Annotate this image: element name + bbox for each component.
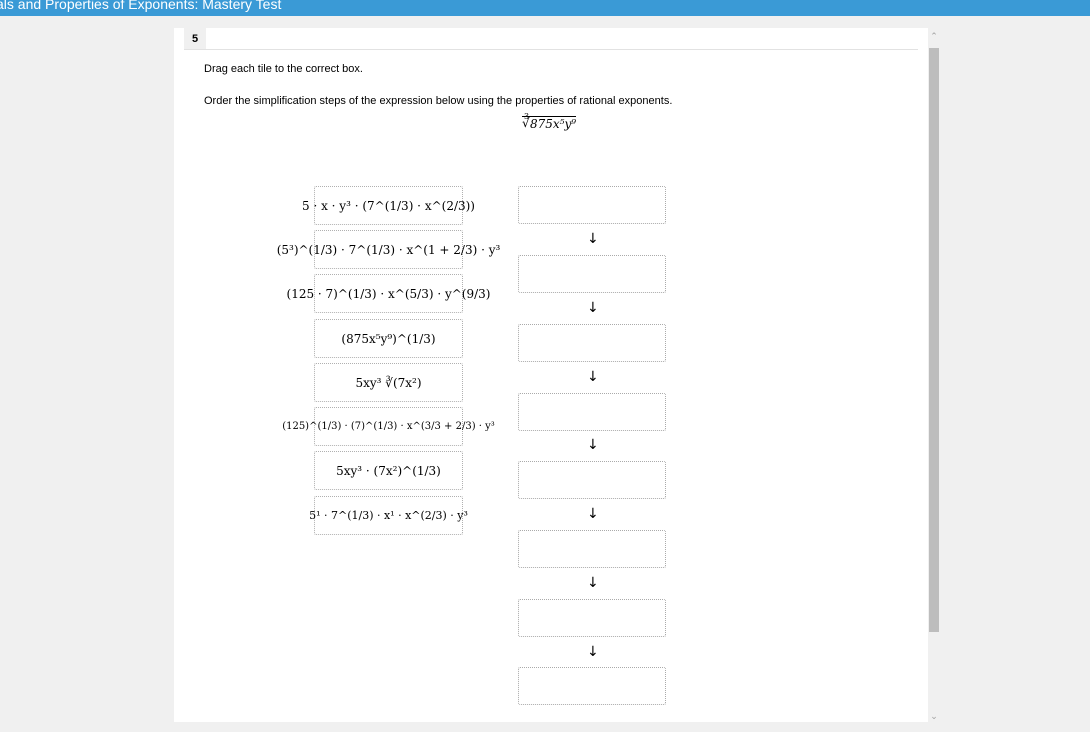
tile[interactable]: (125 · 7)^(1/3) · x^(5/3) · y^(9/3) xyxy=(287,274,491,313)
tile-expression: 5 · x · y³ · (7^(1/3) · x^(2/3)) xyxy=(302,198,475,213)
down-arrow-icon: ↓ xyxy=(587,437,599,453)
instruction-text: Drag each tile to the correct box. xyxy=(204,63,363,75)
test-title: als and Properties of Exponents: Mastery… xyxy=(0,0,282,12)
tile-expression: (125)^(1/3) · (7)^(1/3) · x^(3/3 + 2/3) … xyxy=(282,421,495,432)
tile-expression: 5xy³ ∛(7x²) xyxy=(355,375,422,390)
divider xyxy=(184,49,918,50)
tile-expression: (875x⁵y⁹)^(1/3) xyxy=(341,331,436,346)
down-arrow-icon: ↓ xyxy=(587,506,599,522)
drop-box[interactable] xyxy=(518,186,666,224)
drop-box[interactable] xyxy=(518,461,666,499)
tile-expression: (125 · 7)^(1/3) · x^(5/3) · y^(9/3) xyxy=(286,286,491,301)
scrollbar-thumb[interactable] xyxy=(929,48,939,632)
radicand: 875x⁵y⁹ xyxy=(522,116,577,131)
scroll-up-icon[interactable]: ⌃ xyxy=(928,30,940,42)
question-panel: 5 Drag each tile to the correct box. Ord… xyxy=(174,28,928,722)
top-bar: als and Properties of Exponents: Mastery… xyxy=(0,0,1090,16)
down-arrow-icon: ↓ xyxy=(587,300,599,316)
tile-expression: 5¹ · 7^(1/3) · x¹ · x^(2/3) · y³ xyxy=(309,509,468,522)
tile[interactable]: 5xy³ ∛(7x²) xyxy=(314,363,463,402)
tile[interactable]: 5 · x · y³ · (7^(1/3) · x^(2/3)) xyxy=(302,186,475,225)
drop-box[interactable] xyxy=(518,324,666,362)
tile[interactable]: (5³)^(1/3) · 7^(1/3) · x^(1 + 2/3) · y³ xyxy=(277,230,500,269)
down-arrow-icon: ↓ xyxy=(587,575,599,591)
drop-box[interactable] xyxy=(518,530,666,568)
drop-box[interactable] xyxy=(518,599,666,637)
drop-box[interactable] xyxy=(518,255,666,293)
tile[interactable]: (875x⁵y⁹)^(1/3) xyxy=(314,319,463,358)
tile[interactable]: (125)^(1/3) · (7)^(1/3) · x^(3/3 + 2/3) … xyxy=(282,407,495,446)
radical-expression: 3 875x⁵y⁹ xyxy=(522,112,577,131)
question-number-tab[interactable]: 5 xyxy=(184,28,206,50)
drop-box[interactable] xyxy=(518,393,666,431)
scrollbar[interactable]: ⌃ ⌄ xyxy=(928,28,940,722)
tile-expression: 5xy³ · (7x²)^(1/3) xyxy=(336,463,441,478)
prompt-text: Order the simplification steps of the ex… xyxy=(204,95,673,107)
down-arrow-icon: ↓ xyxy=(587,644,599,660)
tile[interactable]: 5xy³ · (7x²)^(1/3) xyxy=(314,451,463,490)
scroll-down-icon[interactable]: ⌄ xyxy=(928,710,940,722)
tile[interactable]: 5¹ · 7^(1/3) · x¹ · x^(2/3) · y³ xyxy=(309,496,468,535)
drop-box[interactable] xyxy=(518,667,666,705)
tile-expression: (5³)^(1/3) · 7^(1/3) · x^(1 + 2/3) · y³ xyxy=(276,242,501,257)
down-arrow-icon: ↓ xyxy=(587,369,599,385)
down-arrow-icon: ↓ xyxy=(587,231,599,247)
